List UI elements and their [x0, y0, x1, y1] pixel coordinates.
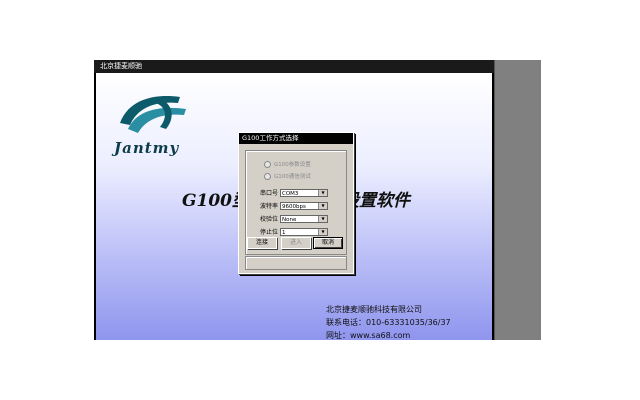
field-serial-port: 串口号 COM3 ▼ — [260, 188, 332, 197]
logo-text: Jantmy — [114, 139, 180, 157]
chevron-down-icon[interactable]: ▼ — [318, 202, 327, 209]
baud-rate-select[interactable]: 9600bps ▼ — [280, 201, 328, 210]
connect-button[interactable]: 连接 — [247, 237, 277, 249]
company-info: 北京捷麦顺驰科技有限公司 联系电话：010-63331035/36/37 网址：… — [326, 303, 451, 340]
field-stop-bits: 停止位 1 ▼ — [260, 227, 332, 236]
right-gray-panel — [494, 60, 541, 340]
serial-port-value: COM3 — [282, 190, 299, 197]
stop-bits-select[interactable]: 1 ▼ — [280, 227, 328, 236]
serial-port-label: 串口号 — [260, 190, 279, 197]
baud-rate-label: 波特率 — [260, 203, 279, 210]
radio-comm-test-label: G100通信测试 — [274, 174, 311, 180]
radio-icon — [264, 160, 271, 168]
chevron-down-icon[interactable]: ▼ — [318, 228, 327, 235]
chevron-down-icon[interactable]: ▼ — [318, 215, 327, 222]
parity-label: 校验位 — [260, 216, 279, 223]
stop-bits-value: 1 — [282, 229, 286, 236]
work-mode-dialog: G100工作方式选择 G100参数设置 G100通信测试 串口号 COM3 ▼ … — [238, 132, 354, 274]
parity-value: None — [282, 216, 297, 223]
jantmy-logo-icon: Jantmy — [108, 83, 198, 157]
stop-bits-label: 停止位 — [260, 229, 279, 236]
cancel-button[interactable]: 取消 — [313, 237, 343, 249]
radio-param-setting-label: G100参数设置 — [274, 162, 311, 168]
parity-select[interactable]: None ▼ — [280, 214, 328, 223]
baud-rate-value: 9600bps — [282, 203, 306, 210]
radio-param-setting[interactable]: G100参数设置 — [264, 160, 311, 168]
radio-icon — [264, 172, 271, 180]
chevron-down-icon[interactable]: ▼ — [318, 189, 327, 196]
dialog-status-bar — [245, 256, 347, 270]
radio-comm-test[interactable]: G100通信测试 — [264, 172, 311, 180]
company-name: 北京捷麦顺驰科技有限公司 — [326, 305, 422, 314]
app-titlebar: 北京捷麦顺驰 — [94, 60, 494, 73]
company-website: 网址：www.sa68.com — [326, 331, 411, 340]
dialog-titlebar: G100工作方式选择 — [239, 133, 353, 144]
enter-button[interactable]: 进入 — [281, 237, 311, 249]
field-parity: 校验位 None ▼ — [260, 214, 332, 223]
company-phone: 联系电话：010-63331035/36/37 — [326, 318, 451, 327]
field-baud-rate: 波特率 9600bps ▼ — [260, 201, 332, 210]
serial-port-select[interactable]: COM3 ▼ — [280, 188, 328, 197]
